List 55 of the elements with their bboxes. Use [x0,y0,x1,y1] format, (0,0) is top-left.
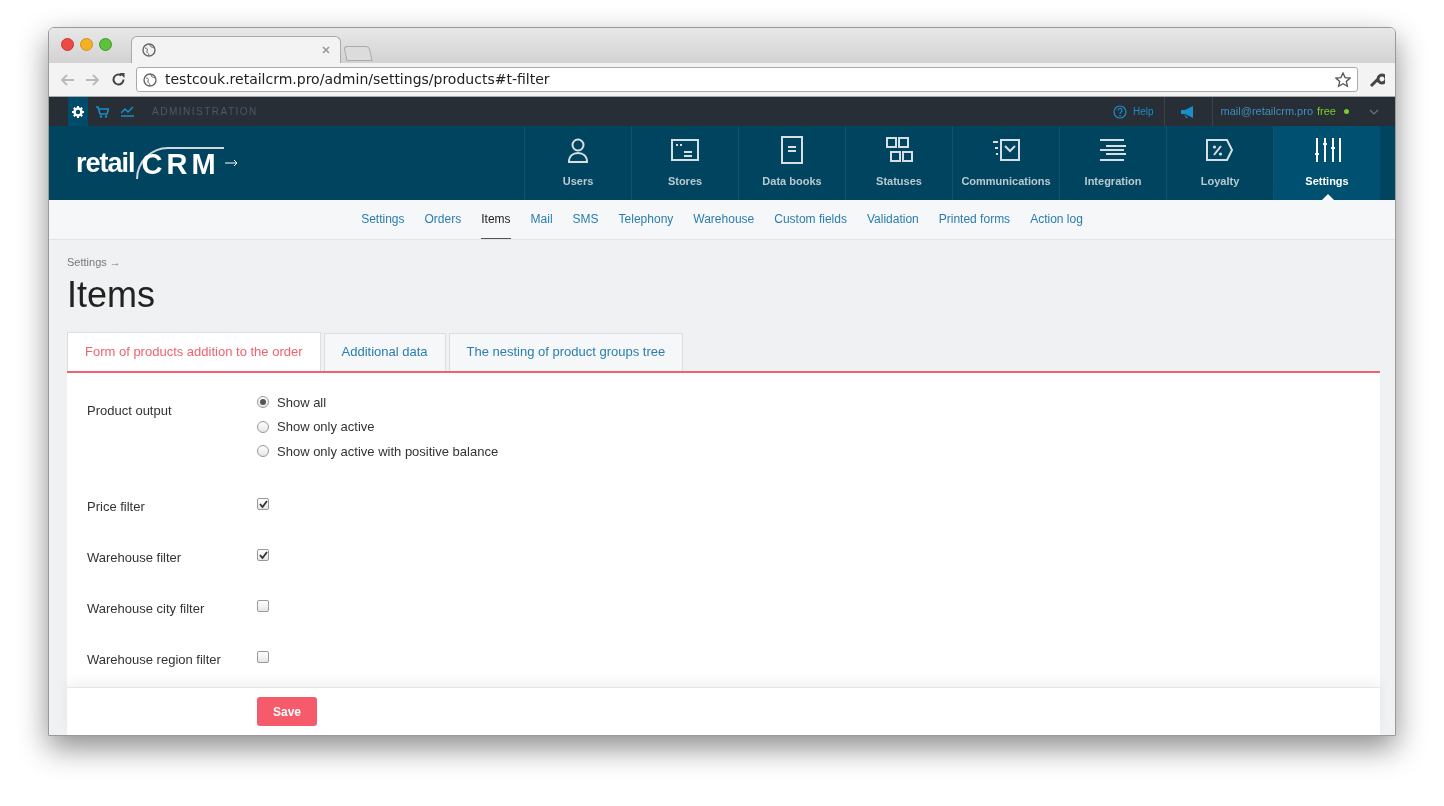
checkbox[interactable] [257,650,269,663]
subnav-link[interactable]: Printed forms [938,200,1011,239]
option-label: Show only active with positive balance [277,442,499,461]
retailcrm-logo[interactable]: retail CRM [76,142,239,184]
help-icon [1113,104,1127,119]
close-tab-icon[interactable] [322,46,330,54]
subnav-link[interactable]: Telephony [618,200,674,239]
close-window-icon[interactable] [61,38,74,51]
grid-icon [885,136,913,165]
field-label: Price filter [87,497,146,516]
reload-icon[interactable] [111,72,126,87]
globe-icon [142,43,156,57]
subnav-link[interactable]: Settings [361,200,405,239]
megaphone-icon[interactable] [1180,105,1196,118]
browser-tab[interactable] [131,36,341,63]
subnav-link[interactable]: Action log [1030,200,1083,239]
sliders-icon [1313,136,1341,165]
radio-button[interactable] [257,445,269,458]
checkbox[interactable] [257,497,269,510]
checkbox[interactable] [257,548,269,561]
subnav-link[interactable]: Mail [530,200,553,239]
settings-icon[interactable] [68,97,88,126]
chevron-down-icon [1369,108,1379,115]
star-icon[interactable] [1335,71,1351,88]
document-icon [778,136,806,165]
subnav-link[interactable]: Validation [866,200,919,239]
tab[interactable]: The nesting of product groups tree [448,332,684,371]
radio-button[interactable] [257,396,269,409]
subnav-link[interactable]: Custom fields [774,200,847,239]
cart-icon[interactable] [96,105,109,118]
page-title: Items [67,274,155,315]
nav-item[interactable]: Settings [1273,126,1380,200]
breadcrumb[interactable]: Settings → [67,254,121,271]
subnav-link[interactable]: Items [481,200,511,239]
wrench-icon[interactable] [1368,71,1385,88]
tab[interactable]: Additional data [323,332,446,371]
url-text: testcouk.retailcrm.pro/admin/settings/products#t-filter [165,70,550,89]
globe-icon [143,72,157,87]
field-label: Warehouse region filter [87,650,222,669]
save-button[interactable]: Save [257,697,318,726]
subnav-link[interactable]: SMS [572,200,599,239]
subnav-link[interactable]: Orders [424,200,462,239]
field-label: Warehouse filter [87,548,183,567]
checkbox[interactable] [257,599,269,612]
chart-line-icon[interactable] [121,106,134,117]
field-label: Product output [87,401,173,420]
subnav-link[interactable]: Warehouse [693,200,755,239]
minimize-window-icon[interactable] [80,38,93,51]
address-bar[interactable]: testcouk.retailcrm.pro/admin/settings/products#t-filter [136,67,1358,92]
option-label: Show all [277,393,327,412]
maximize-window-icon[interactable] [99,38,112,51]
field-label: Warehouse city filter [87,599,206,618]
option-label: Show only active [277,418,375,436]
radio-button[interactable] [257,420,269,433]
tab[interactable]: Form of products addition to the order [67,331,321,371]
